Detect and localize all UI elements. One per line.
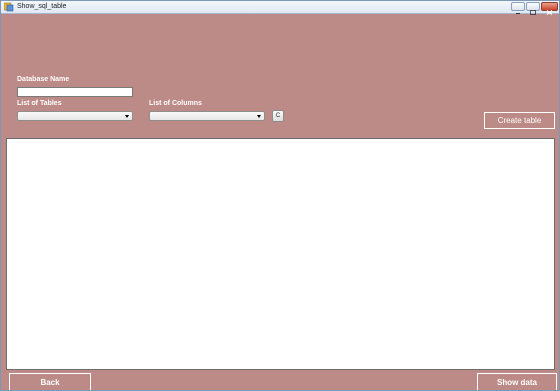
database-name-input[interactable] — [17, 87, 133, 97]
window-title: Show_sql_table — [17, 3, 67, 10]
minimize-icon — [516, 13, 520, 14]
app-icon — [4, 2, 14, 12]
chevron-down-icon — [257, 115, 261, 118]
columns-dropdown[interactable] — [149, 111, 265, 121]
app-window: Show_sql_table Database Name List of Tab… — [0, 0, 560, 391]
create-table-button[interactable]: Create table — [484, 112, 555, 129]
columns-label: List of Columns — [149, 100, 202, 107]
close-icon — [546, 10, 553, 15]
tables-dropdown[interactable] — [17, 111, 133, 121]
maximize-button[interactable] — [526, 2, 540, 15]
show-data-button[interactable]: Show data — [477, 373, 557, 390]
database-name-label: Database Name — [17, 76, 70, 83]
clear-button[interactable]: C — [272, 110, 284, 122]
chevron-down-icon — [125, 115, 129, 118]
minimize-button[interactable] — [511, 2, 525, 14]
tables-label: List of Tables — [17, 100, 62, 107]
close-button[interactable] — [541, 2, 558, 15]
maximize-icon — [530, 10, 536, 15]
back-button[interactable]: Back — [9, 373, 91, 390]
title-bar[interactable]: Show_sql_table — [1, 1, 559, 15]
data-grid[interactable] — [6, 138, 555, 370]
